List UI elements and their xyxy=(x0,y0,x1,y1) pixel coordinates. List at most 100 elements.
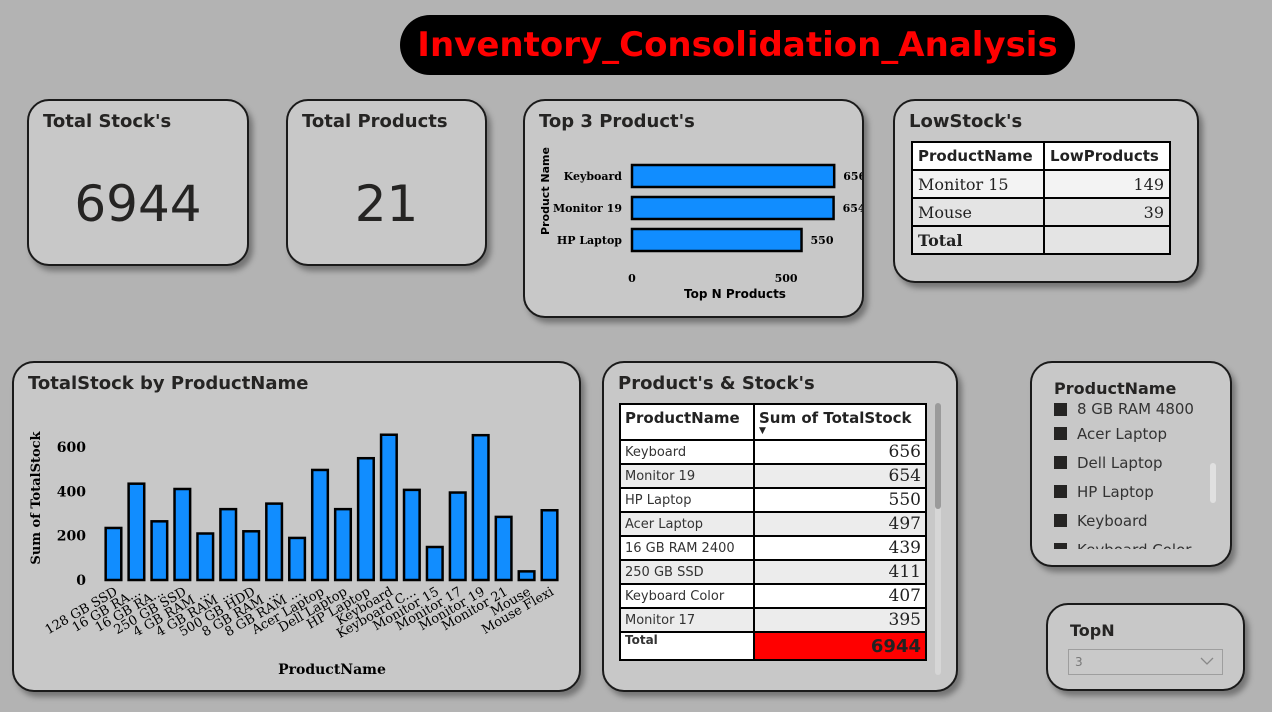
checkbox-icon[interactable] xyxy=(1054,514,1067,527)
productname-slicer: ProductName 8 GB RAM 4800 Acer Laptop De… xyxy=(1030,361,1232,567)
totalstock-y-tick-label: 0 xyxy=(76,573,86,589)
ps-row-name: Keyboard xyxy=(619,439,755,465)
ps-col-productname[interactable]: ProductName xyxy=(619,403,755,441)
table-row[interactable]: Keyboard 656 xyxy=(619,439,927,465)
ps-row-value: 439 xyxy=(753,535,927,561)
low-stock-total-row: Total xyxy=(910,225,1171,255)
top3-category-label: HP Laptop xyxy=(557,234,622,247)
total-stock-card: Total Stock's 6944 xyxy=(27,99,249,266)
title-banner: Inventory_Consolidation_Analysis xyxy=(400,15,1075,75)
totalstock-bar xyxy=(150,520,169,582)
ps-scrollbar-thumb[interactable] xyxy=(935,403,941,509)
top3-category-label: Monitor 19 xyxy=(553,202,622,215)
low-stock-row-value: 39 xyxy=(1043,197,1171,227)
ps-row-value: 407 xyxy=(753,583,927,609)
totalstock-y-tick-label: 200 xyxy=(57,529,86,545)
top3-bar xyxy=(630,195,835,221)
ps-row-name: 250 GB SSD xyxy=(619,559,755,585)
ps-row-value: 656 xyxy=(753,439,927,465)
topn-dropdown[interactable]: 3 xyxy=(1068,649,1223,675)
table-row[interactable]: Monitor 15 149 xyxy=(910,169,1171,199)
table-row[interactable]: Acer Laptop 497 xyxy=(619,511,927,537)
total-products-card: Total Products 21 xyxy=(286,99,487,266)
totalstock-bar xyxy=(265,502,284,582)
slicer-item[interactable]: Keyboard Color xyxy=(1054,535,1204,549)
slicer-item[interactable]: Acer Laptop xyxy=(1054,419,1204,448)
slicer-item[interactable]: HP Laptop xyxy=(1054,477,1204,506)
totalstock-bar xyxy=(127,482,146,582)
top3-data-label: 550 xyxy=(811,234,834,247)
topn-title: TopN xyxy=(1070,621,1115,640)
totalstock-bar xyxy=(310,468,330,582)
total-products-label: Total Products xyxy=(302,111,448,132)
totalstock-x-axis-label: ProductName xyxy=(278,662,386,678)
checkbox-icon[interactable] xyxy=(1054,456,1067,469)
ps-col-sum-totalstock[interactable]: Sum of TotalStock ▼ xyxy=(753,403,927,441)
ps-row-value: 411 xyxy=(753,559,927,585)
ps-row-value: 654 xyxy=(753,463,927,489)
totalstock-bar xyxy=(196,532,215,582)
top3-x-axis-label: Top N Products xyxy=(684,287,786,301)
totalstock-chart-card: TotalStock by ProductName Sum of TotalSt… xyxy=(12,361,581,692)
slicer-item[interactable]: 8 GB RAM 4800 xyxy=(1054,399,1204,419)
report-title: Inventory_Consolidation_Analysis xyxy=(417,25,1058,65)
totalstock-bar xyxy=(379,433,398,582)
low-stock-row-name: Monitor 15 xyxy=(910,169,1046,199)
table-row[interactable]: Mouse 39 xyxy=(910,197,1171,227)
low-stock-total-label: Total xyxy=(910,225,1046,255)
ps-row-name: Keyboard Color xyxy=(619,583,755,609)
ps-total-row: Total 6944 xyxy=(619,631,927,661)
ps-row-name: 16 GB RAM 2400 xyxy=(619,535,755,561)
low-stock-row-name: Mouse xyxy=(910,197,1046,227)
totalstock-y-axis-label: Sum of TotalStock xyxy=(29,430,44,564)
topn-selected-value: 3 xyxy=(1075,655,1083,669)
totalstock-bar xyxy=(517,570,536,582)
table-row[interactable]: Keyboard Color 407 xyxy=(619,583,927,609)
checkbox-icon[interactable] xyxy=(1054,485,1067,498)
products-stock-card: Product's & Stock's ProductName Sum of T… xyxy=(602,361,958,692)
total-products-value: 21 xyxy=(354,175,419,233)
sort-descending-icon: ▼ xyxy=(759,426,766,436)
checkbox-icon[interactable] xyxy=(1054,543,1067,549)
table-row[interactable]: 16 GB RAM 2400 439 xyxy=(619,535,927,561)
totalstock-bar xyxy=(540,509,559,582)
ps-row-name: Acer Laptop xyxy=(619,511,755,537)
totalstock-bar xyxy=(494,515,513,582)
totalstock-bar-chart: Sum of TotalStock ProductName 0 200 400 600… xyxy=(29,430,559,678)
totalstock-bar xyxy=(471,433,490,582)
totalstock-bar xyxy=(173,487,192,582)
top3-bar xyxy=(630,227,803,253)
checkbox-icon[interactable] xyxy=(1054,427,1067,440)
slicer-item[interactable]: Keyboard xyxy=(1054,506,1204,535)
table-row[interactable]: Monitor 17 395 xyxy=(619,607,927,633)
checkbox-icon[interactable] xyxy=(1054,402,1067,416)
chevron-down-icon xyxy=(1200,657,1214,665)
table-row[interactable]: Monitor 19 654 xyxy=(619,463,927,489)
table-row[interactable]: HP Laptop 550 xyxy=(619,487,927,513)
products-stock-table: ProductName Sum of TotalStock ▼ Keyboard 6… xyxy=(619,403,927,661)
ps-row-name: Monitor 19 xyxy=(619,463,755,489)
low-stock-row-value: 149 xyxy=(1043,169,1171,199)
top3-x-tick-label: 0 xyxy=(628,272,636,285)
totalstock-bar xyxy=(356,456,375,582)
ps-total-value: 6944 xyxy=(753,631,927,661)
totalstock-bar xyxy=(402,488,421,582)
totalstock-bar xyxy=(242,530,261,582)
slicer-title: ProductName xyxy=(1054,379,1177,398)
slicer-scrollbar[interactable] xyxy=(1210,463,1216,503)
table-row[interactable]: 250 GB SSD 411 xyxy=(619,559,927,585)
ps-row-name: HP Laptop xyxy=(619,487,755,513)
top3-bar xyxy=(630,163,836,189)
ps-scrollbar[interactable] xyxy=(935,403,941,675)
totalstock-bar xyxy=(288,536,307,582)
top3-data-label: 654 xyxy=(843,202,862,215)
ps-row-value: 395 xyxy=(753,607,927,633)
slicer-item[interactable]: Dell Laptop xyxy=(1054,448,1204,477)
low-stock-col-productname[interactable]: ProductName xyxy=(910,141,1046,171)
totalstock-bar xyxy=(219,507,238,582)
slicer-list: 8 GB RAM 4800 Acer Laptop Dell Laptop HP… xyxy=(1054,399,1204,549)
top3-bar-chart: Product Name Top N Products Keyboard 656 M… xyxy=(539,147,862,301)
ps-total-label: Total xyxy=(619,631,755,661)
totalstock-y-tick-label: 600 xyxy=(57,440,86,456)
low-stock-col-lowproducts[interactable]: LowProducts xyxy=(1043,141,1171,171)
